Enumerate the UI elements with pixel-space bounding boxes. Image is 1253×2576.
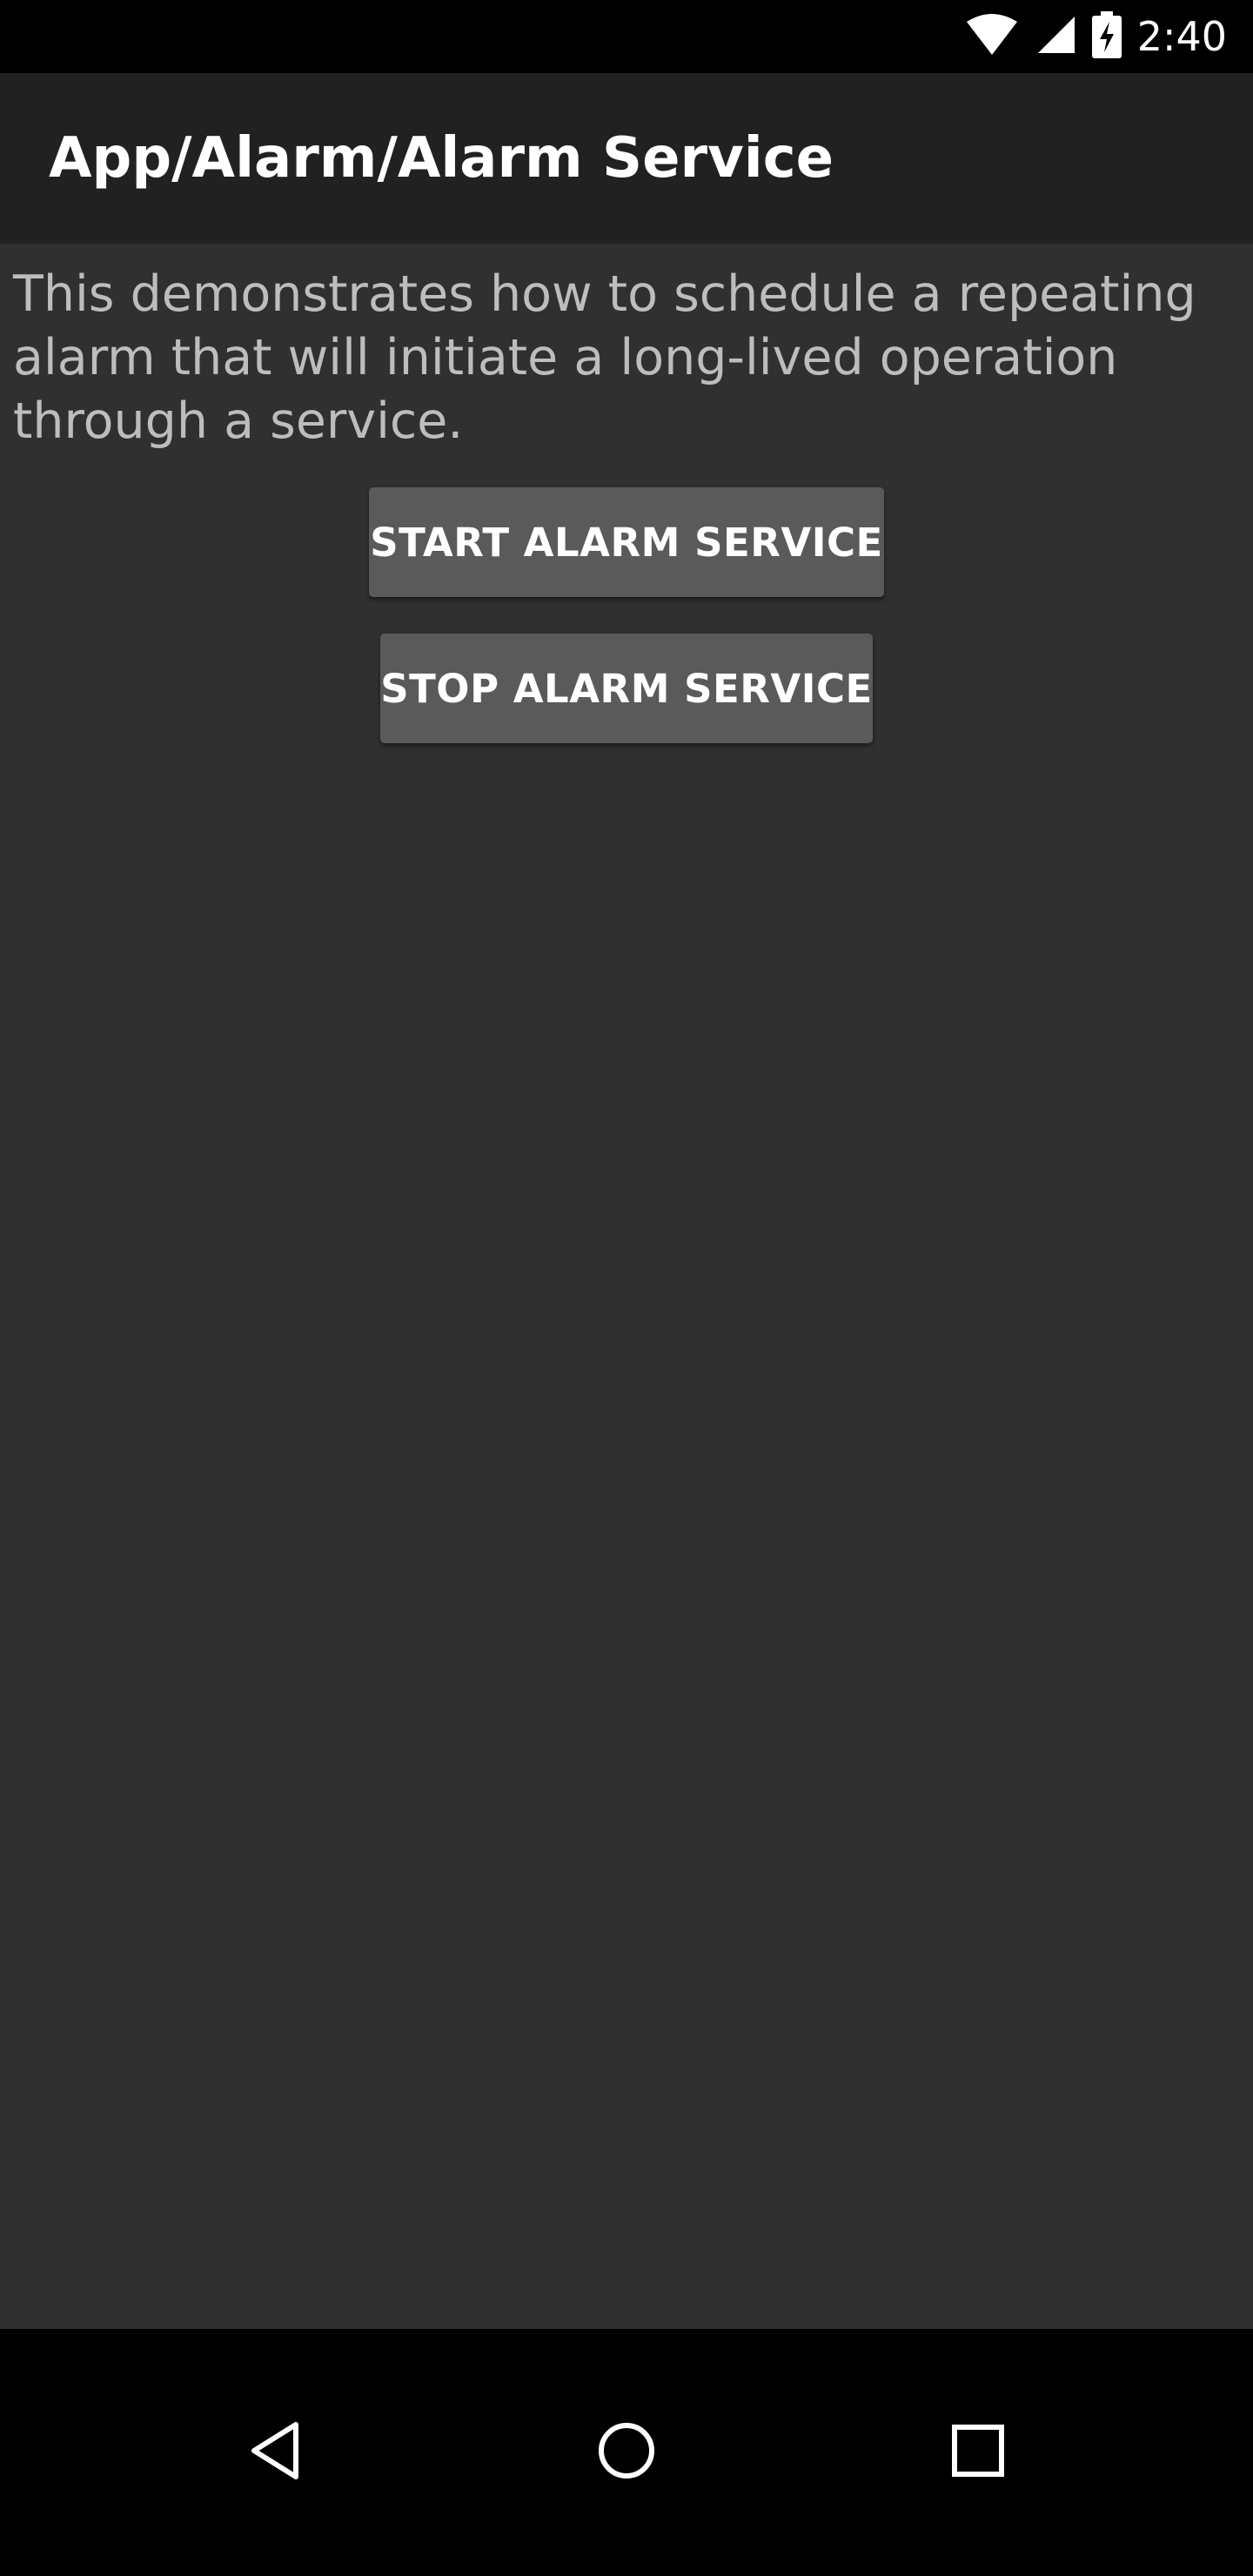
home-button[interactable] [539, 2329, 714, 2576]
main-content: This demonstrates how to schedule a repe… [0, 244, 1253, 2329]
page-title: App/Alarm/Alarm Service [49, 126, 834, 191]
stop-alarm-service-button[interactable]: STOP ALARM SERVICE [380, 634, 873, 743]
status-time: 2:40 [1136, 13, 1227, 60]
app-bar: App/Alarm/Alarm Service [0, 73, 1253, 244]
back-button[interactable] [188, 2329, 362, 2576]
wifi-icon [965, 13, 1019, 60]
description-text: This demonstrates how to schedule a repe… [13, 265, 1196, 450]
status-icons: 2:40 [965, 0, 1227, 73]
back-icon [247, 2419, 303, 2485]
battery-charging-icon [1091, 11, 1122, 62]
status-bar: 2:40 [0, 0, 1253, 73]
recents-button[interactable] [891, 2329, 1065, 2576]
start-alarm-service-button[interactable]: START ALARM SERVICE [369, 487, 884, 597]
recents-icon [951, 2424, 1005, 2481]
cellular-signal-icon [1035, 13, 1076, 60]
navigation-bar [0, 2329, 1253, 2576]
home-icon [596, 2420, 657, 2485]
